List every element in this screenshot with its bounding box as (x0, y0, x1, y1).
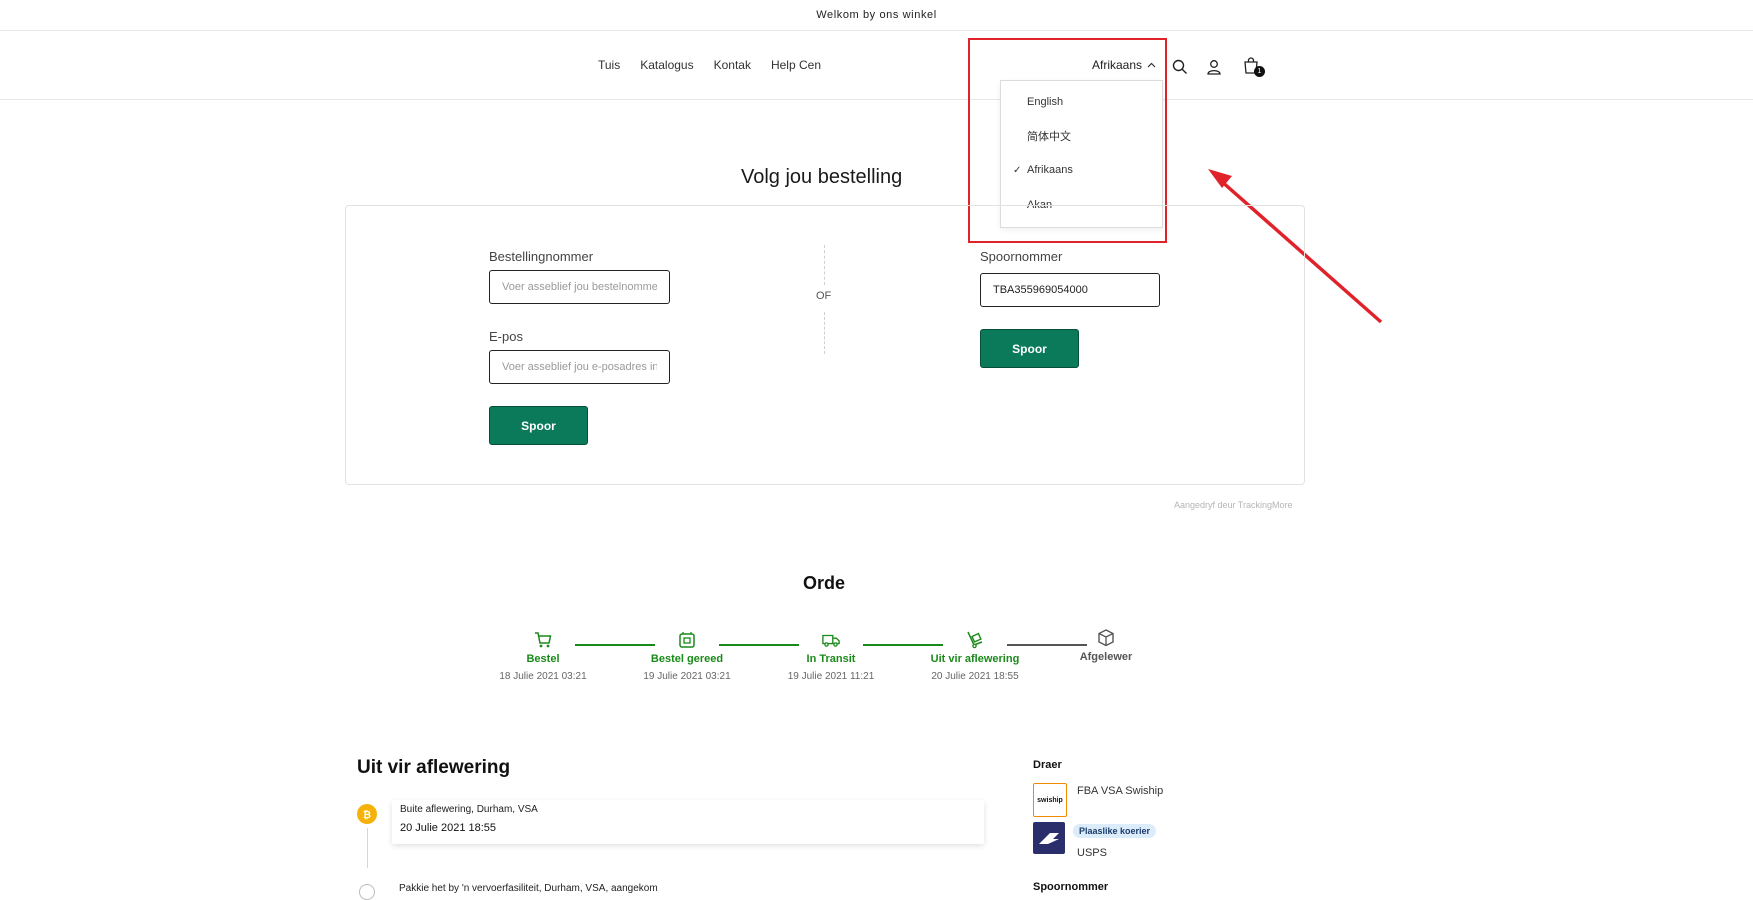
delivery-status-title: Uit vir aflewering (357, 757, 511, 778)
account-button[interactable] (1203, 56, 1225, 78)
step-date: 18 Julie 2021 03:21 (499, 671, 587, 682)
track-number-button[interactable]: Spoor (980, 329, 1079, 368)
announcement-text: Welkom by ons winkel (816, 9, 937, 21)
usps-logo (1033, 822, 1065, 854)
step-date: 19 Julie 2021 03:21 (643, 671, 731, 682)
bitcoin-icon: ₿ (357, 804, 377, 824)
step-label: Afgelewer (1079, 651, 1133, 663)
step-date: 20 Julie 2021 18:55 (931, 671, 1019, 682)
email-input[interactable] (489, 350, 670, 384)
search-button[interactable] (1169, 56, 1191, 78)
timeline-dot (359, 884, 375, 900)
order-title: Orde (802, 573, 845, 593)
order-number-label: Bestellingnommer (489, 249, 594, 264)
tracking-event-card: Buite aflewering, Durham, VSA 20 Julie 2… (392, 800, 984, 844)
powered-by-text: Aangedryf deur TrackingMore (1174, 500, 1293, 510)
order-number-input[interactable] (489, 270, 670, 304)
cart-count-badge: 1 (1254, 66, 1265, 77)
local-courier-badge: Plaaslike koerier (1073, 824, 1157, 838)
cart-button[interactable]: 1 (1240, 54, 1265, 77)
step-label: Bestel (526, 653, 560, 665)
divider-bottom (824, 312, 825, 354)
box-icon (1098, 629, 1114, 647)
divider-top (824, 245, 825, 285)
eagle-icon (1039, 833, 1059, 844)
event-location: Buite aflewering, Durham, VSA (400, 804, 538, 815)
email-label: E-pos (489, 329, 523, 344)
cart-icon (535, 632, 552, 648)
nav-item-contact[interactable]: Kontak (714, 58, 751, 72)
order-step-ready: Bestel gereed 19 Julie 2021 03:21 (617, 631, 757, 682)
svg-text:₿: ₿ (363, 809, 371, 820)
announcement-bar: Welkom by ons winkel (0, 0, 1753, 31)
main-nav: Tuis Katalogus Kontak Help Cen (598, 58, 821, 72)
swiship-logo: swiship (1033, 783, 1067, 817)
local-carrier-name: USPS (1077, 847, 1107, 859)
nav-item-help[interactable]: Help Cen (771, 58, 821, 72)
tracking-title: Volg jou bestelling (741, 166, 903, 188)
site-header: Tuis Katalogus Kontak Help Cen Afrikaans… (0, 30, 1753, 100)
order-step-transit: In Transit 19 Julie 2021 11:21 (761, 631, 901, 682)
step-label: Bestel gereed (650, 653, 724, 665)
step-label: Uit vir aflewering (930, 653, 1020, 665)
tracking-number-label: Spoornommer (980, 249, 1063, 264)
order-step-delivered: Afgelewer (1036, 629, 1176, 669)
package-ready-icon (679, 632, 695, 648)
carrier-name: FBA VSA Swiship (1077, 785, 1164, 797)
step-date: 19 Julie 2021 11:21 (787, 671, 875, 682)
hand-truck-icon (967, 631, 983, 649)
tracking-number-input[interactable] (980, 273, 1160, 307)
step-label: In Transit (806, 653, 856, 665)
track-order-button[interactable]: Spoor (489, 406, 588, 445)
timeline-line (367, 828, 368, 868)
carrier-heading: Draer (1033, 759, 1062, 771)
truck-icon (822, 634, 840, 647)
nav-item-home[interactable]: Tuis (598, 58, 620, 72)
or-label: OF (816, 290, 832, 302)
order-step-out-for-delivery: Uit vir aflewering 20 Julie 2021 18:55 (905, 631, 1045, 682)
tracking-number-heading: Spoornommer (1033, 881, 1109, 893)
nav-item-catalog[interactable]: Katalogus (640, 58, 693, 72)
carrier-logo-text: swiship (1037, 796, 1063, 804)
search-icon (1172, 59, 1187, 74)
order-step-ordered: Bestel 18 Julie 2021 03:21 (473, 631, 613, 682)
event-location: Pakkie het by 'n vervoerfasiliteit, Durh… (399, 883, 658, 894)
event-time: 20 Julie 2021 18:55 (400, 822, 497, 834)
user-icon (1207, 60, 1221, 75)
